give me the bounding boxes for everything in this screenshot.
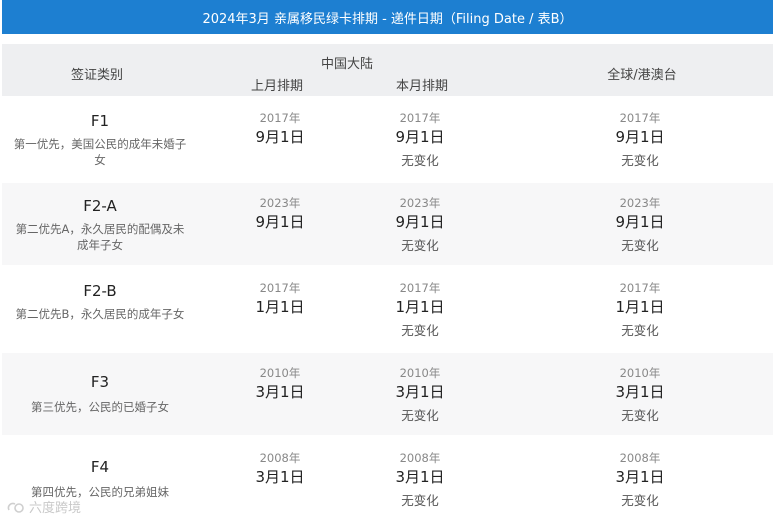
year: 2010年 (619, 366, 661, 380)
header-cur-month: 本月排期 (395, 79, 448, 94)
header-category: 签证类别 (70, 68, 123, 83)
category-name: F2-B (83, 282, 117, 300)
category-name: F4 (90, 458, 110, 476)
month-day: 9月1日 (395, 128, 445, 146)
category-desc: 第二优先A，永久居民的配偶及未成年子女 (15, 222, 185, 252)
category-desc: 第一优先，美国公民的成年未婚子女 (13, 137, 187, 167)
year: 2017年 (619, 111, 661, 125)
visa-bulletin-table: 2024年3月 亲属移民绿卡排期 - 递件日期（Filing Date / 表B… (0, 0, 775, 520)
change-status: 无变化 (621, 408, 659, 423)
year: 2017年 (259, 281, 301, 295)
header-prev-month: 上月排期 (250, 79, 303, 94)
change-status: 无变化 (621, 238, 659, 253)
change-status: 无变化 (401, 408, 439, 423)
month-day: 9月1日 (615, 213, 665, 231)
table-row: F4 第四优先，公民的兄弟姐妹 2008年 3月1日 2008年 3月1日 无变… (2, 438, 773, 520)
month-day: 1月1日 (615, 298, 665, 316)
month-day: 3月1日 (255, 468, 305, 486)
month-day: 3月1日 (615, 468, 665, 486)
category-name: F3 (90, 373, 110, 391)
header-global: 全球/港澳台 (607, 68, 677, 83)
header-china: 中国大陆 (320, 57, 373, 72)
month-day: 1月1日 (255, 298, 305, 316)
table-row: F3 第三优先，公民的已婚子女 2010年 3月1日 2010年 3月1日 无变… (2, 353, 773, 435)
table-row: F2-A 第二优先A，永久居民的配偶及未成年子女 2023年 9月1日 2023… (2, 183, 773, 265)
year: 2010年 (399, 366, 441, 380)
change-status: 无变化 (621, 153, 659, 168)
month-day: 3月1日 (615, 383, 665, 401)
month-day: 9月1日 (255, 213, 305, 231)
year: 2023年 (259, 196, 301, 210)
table-title: 2024年3月 亲属移民绿卡排期 - 递件日期（Filing Date / 表B… (2, 0, 773, 34)
change-status: 无变化 (401, 153, 439, 168)
watermark-text: 六度跨境 (29, 501, 82, 516)
year: 2017年 (399, 111, 441, 125)
table-header: 签证类别 中国大陆 上月排期 本月排期 全球/港澳台 (2, 44, 773, 96)
year: 2008年 (399, 451, 441, 465)
change-status: 无变化 (621, 493, 659, 508)
year: 2023年 (619, 196, 661, 210)
month-day: 3月1日 (255, 383, 305, 401)
category-desc: 第三优先，公民的已婚子女 (31, 400, 169, 414)
change-status: 无变化 (621, 323, 659, 338)
month-day: 3月1日 (395, 383, 445, 401)
category-desc: 第二优先B，永久居民的成年子女 (15, 307, 185, 321)
year: 2010年 (259, 366, 301, 380)
month-day: 9月1日 (395, 213, 445, 231)
year: 2017年 (399, 281, 441, 295)
change-status: 无变化 (401, 493, 439, 508)
category-name: F2-A (83, 197, 117, 215)
watermark-logo-icon (7, 502, 24, 513)
month-day: 3月1日 (395, 468, 445, 486)
category-name: F1 (90, 112, 110, 130)
month-day: 1月1日 (395, 298, 445, 316)
year: 2008年 (259, 451, 301, 465)
month-day: 9月1日 (255, 128, 305, 146)
month-day: 9月1日 (615, 128, 665, 146)
table-row: F1 第一优先，美国公民的成年未婚子女 2017年 9月1日 2017年 9月1… (2, 98, 773, 180)
year: 2017年 (619, 281, 661, 295)
watermark: 六度跨境 (6, 497, 81, 516)
change-status: 无变化 (401, 238, 439, 253)
table-row: F2-B 第二优先B，永久居民的成年子女 2017年 1月1日 2017年 1月… (2, 268, 773, 350)
year: 2017年 (259, 111, 301, 125)
year: 2008年 (619, 451, 661, 465)
change-status: 无变化 (401, 323, 439, 338)
year: 2023年 (399, 196, 441, 210)
